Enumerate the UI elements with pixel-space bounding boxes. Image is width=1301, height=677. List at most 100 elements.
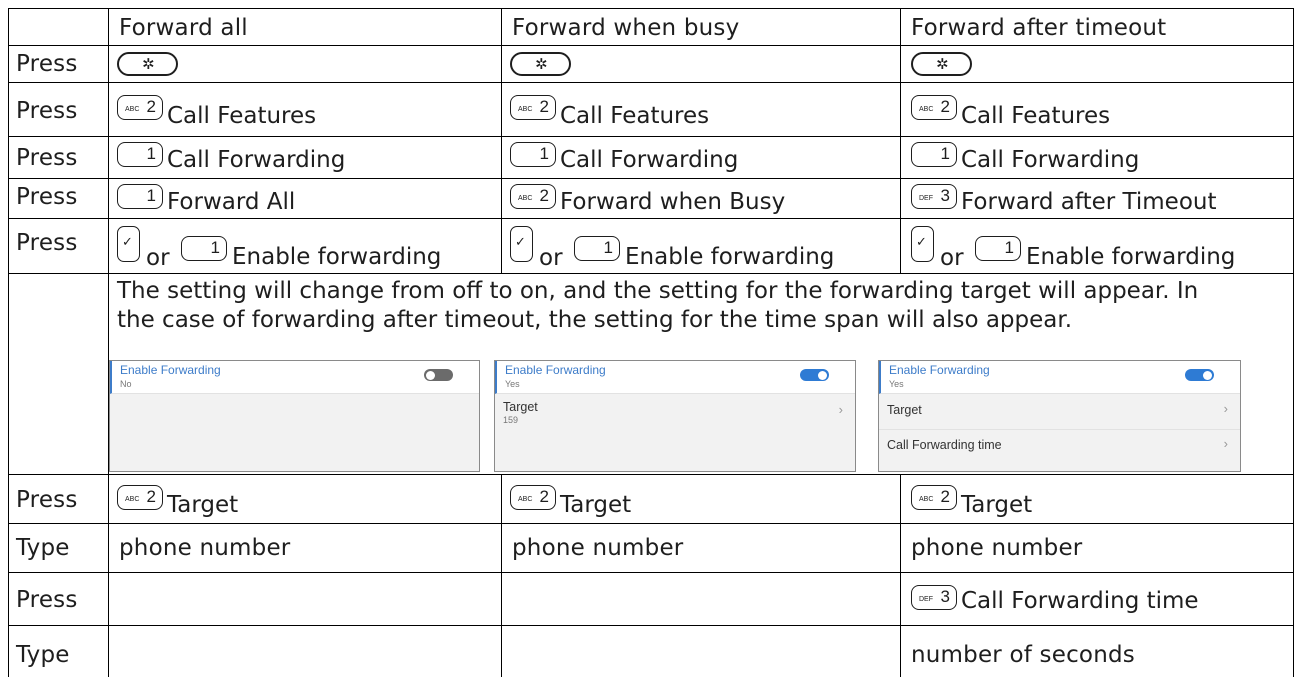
step-target: Target bbox=[560, 492, 632, 518]
step-call-features: Call Features bbox=[560, 103, 710, 129]
row9-timeout-cell: DEF 3 Call Forwarding time bbox=[900, 572, 1294, 625]
header-forward-busy-label: Forward when busy bbox=[512, 15, 740, 41]
screen-forward-busy: Enable Forwarding Yes Target 159 › bbox=[494, 360, 856, 472]
target-value: 159 bbox=[503, 415, 519, 425]
row4-timeout-cell: DEF 3 Forward after Timeout bbox=[900, 178, 1294, 218]
key-2-digit: 2 bbox=[146, 97, 156, 116]
target-label: Target bbox=[887, 403, 922, 417]
row8-busy-cell: phone number bbox=[501, 523, 900, 572]
key-2-digit: 2 bbox=[539, 487, 549, 506]
step-number-of-seconds: number of seconds bbox=[911, 642, 1135, 668]
key-1-digit: 1 bbox=[539, 144, 549, 163]
enable-forwarding-item: Enable Forwarding Yes bbox=[495, 361, 855, 394]
key-2-letters: ABC bbox=[125, 106, 140, 113]
row10-label: Type bbox=[16, 642, 70, 668]
check-icon: ✓ bbox=[515, 235, 526, 250]
step-phone-number: phone number bbox=[119, 535, 291, 561]
row3-label-cell: Press bbox=[8, 136, 108, 178]
chevron-right-icon: › bbox=[1223, 401, 1228, 416]
step-enable-forwarding: Enable forwarding bbox=[232, 244, 442, 270]
header-forward-timeout-label: Forward after timeout bbox=[911, 15, 1167, 41]
row1-timeout-cell: ✲ bbox=[900, 45, 1294, 82]
step-call-forwarding-time: Call Forwarding time bbox=[961, 588, 1199, 614]
step-phone-number: phone number bbox=[911, 535, 1083, 561]
key-1-digit: 1 bbox=[940, 144, 950, 163]
row7-all-cell: ABC 2 Target bbox=[108, 474, 501, 523]
or-text: or bbox=[146, 245, 170, 271]
key-3-digit: 3 bbox=[940, 186, 950, 205]
enable-forwarding-value: Yes bbox=[505, 379, 520, 389]
header-forward-all-label: Forward all bbox=[119, 15, 248, 41]
step-call-features: Call Features bbox=[961, 103, 1111, 129]
key-2-letters: ABC bbox=[919, 106, 934, 113]
key-2: ABC 2 bbox=[510, 184, 556, 209]
key-2-letters: ABC bbox=[919, 496, 934, 503]
row4-label: Press bbox=[16, 184, 78, 210]
enable-forwarding-value: Yes bbox=[889, 379, 904, 389]
key-1-digit: 1 bbox=[603, 238, 613, 257]
key-1: 1 bbox=[975, 236, 1021, 261]
key-2: ABC 2 bbox=[117, 95, 163, 120]
ok-key: ✓ bbox=[510, 226, 533, 262]
row2-timeout-cell: ABC 2 Call Features bbox=[900, 82, 1294, 136]
row8-label-cell: Type bbox=[8, 523, 108, 572]
row3-label: Press bbox=[16, 145, 78, 171]
key-3: DEF 3 bbox=[911, 184, 957, 209]
call-forwarding-time-label: Call Forwarding time bbox=[887, 438, 1002, 452]
step-call-forwarding: Call Forwarding bbox=[167, 147, 346, 173]
row10-timeout-cell: number of seconds bbox=[900, 625, 1294, 677]
row3-timeout-cell: 1 Call Forwarding bbox=[900, 136, 1294, 178]
toggle-switch-off bbox=[424, 369, 453, 381]
chevron-right-icon: › bbox=[1223, 436, 1228, 451]
row10-busy-cell bbox=[501, 625, 900, 677]
row2-all-cell: ABC 2 Call Features bbox=[108, 82, 501, 136]
row1-label: Press bbox=[16, 51, 78, 77]
key-2-digit: 2 bbox=[539, 186, 549, 205]
row5-busy-cell: ✓ or 1 Enable forwarding bbox=[501, 218, 900, 273]
menu-key: ✲ bbox=[510, 52, 571, 76]
target-item: Target › bbox=[879, 393, 1240, 430]
row8-timeout-cell: phone number bbox=[900, 523, 1294, 572]
row5-timeout-cell: ✓ or 1 Enable forwarding bbox=[900, 218, 1294, 273]
call-forwarding-time-item: Call Forwarding time › bbox=[879, 429, 1240, 465]
row9-label-cell: Press bbox=[8, 572, 108, 625]
enable-forwarding-item: Enable Forwarding No bbox=[110, 361, 479, 394]
or-text: or bbox=[539, 245, 563, 271]
row10-all-cell bbox=[108, 625, 501, 677]
row10-label-cell: Type bbox=[8, 625, 108, 677]
row2-busy-cell: ABC 2 Call Features bbox=[501, 82, 900, 136]
key-2: ABC 2 bbox=[911, 95, 957, 120]
target-item: Target 159 › bbox=[495, 393, 855, 431]
row3-busy-cell: 1 Call Forwarding bbox=[501, 136, 900, 178]
check-icon: ✓ bbox=[916, 235, 927, 250]
step-enable-forwarding: Enable forwarding bbox=[1026, 244, 1236, 270]
key-2: ABC 2 bbox=[911, 485, 957, 510]
chevron-right-icon: › bbox=[838, 402, 843, 417]
header-empty-cell bbox=[8, 8, 108, 45]
gear-icon: ✲ bbox=[936, 55, 949, 73]
key-2-digit: 2 bbox=[146, 487, 156, 506]
enable-forwarding-title: Enable Forwarding bbox=[889, 363, 990, 377]
enable-forwarding-title: Enable Forwarding bbox=[120, 363, 221, 377]
target-label: Target bbox=[503, 400, 538, 414]
row5-label: Press bbox=[16, 230, 78, 256]
or-text: or bbox=[940, 245, 964, 271]
key-2: ABC 2 bbox=[510, 485, 556, 510]
header-forward-busy: Forward when busy bbox=[501, 8, 900, 45]
key-1: 1 bbox=[510, 142, 556, 167]
row1-label-cell: Press bbox=[8, 45, 108, 82]
toggle-switch-on bbox=[800, 369, 829, 381]
key-3-letters: DEF bbox=[919, 596, 933, 603]
key-2-letters: ABC bbox=[518, 195, 533, 202]
header-forward-timeout: Forward after timeout bbox=[900, 8, 1294, 45]
key-3-digit: 3 bbox=[940, 587, 950, 606]
instruction-table: Forward all Forward when busy Forward af… bbox=[0, 0, 1301, 677]
key-1: 1 bbox=[911, 142, 957, 167]
row2-label: Press bbox=[16, 98, 78, 124]
row4-busy-cell: ABC 2 Forward when Busy bbox=[501, 178, 900, 218]
key-1: 1 bbox=[181, 236, 227, 261]
key-2-digit: 2 bbox=[940, 487, 950, 506]
step-call-features: Call Features bbox=[167, 103, 317, 129]
check-icon: ✓ bbox=[122, 235, 133, 250]
enable-forwarding-value: No bbox=[120, 379, 132, 389]
